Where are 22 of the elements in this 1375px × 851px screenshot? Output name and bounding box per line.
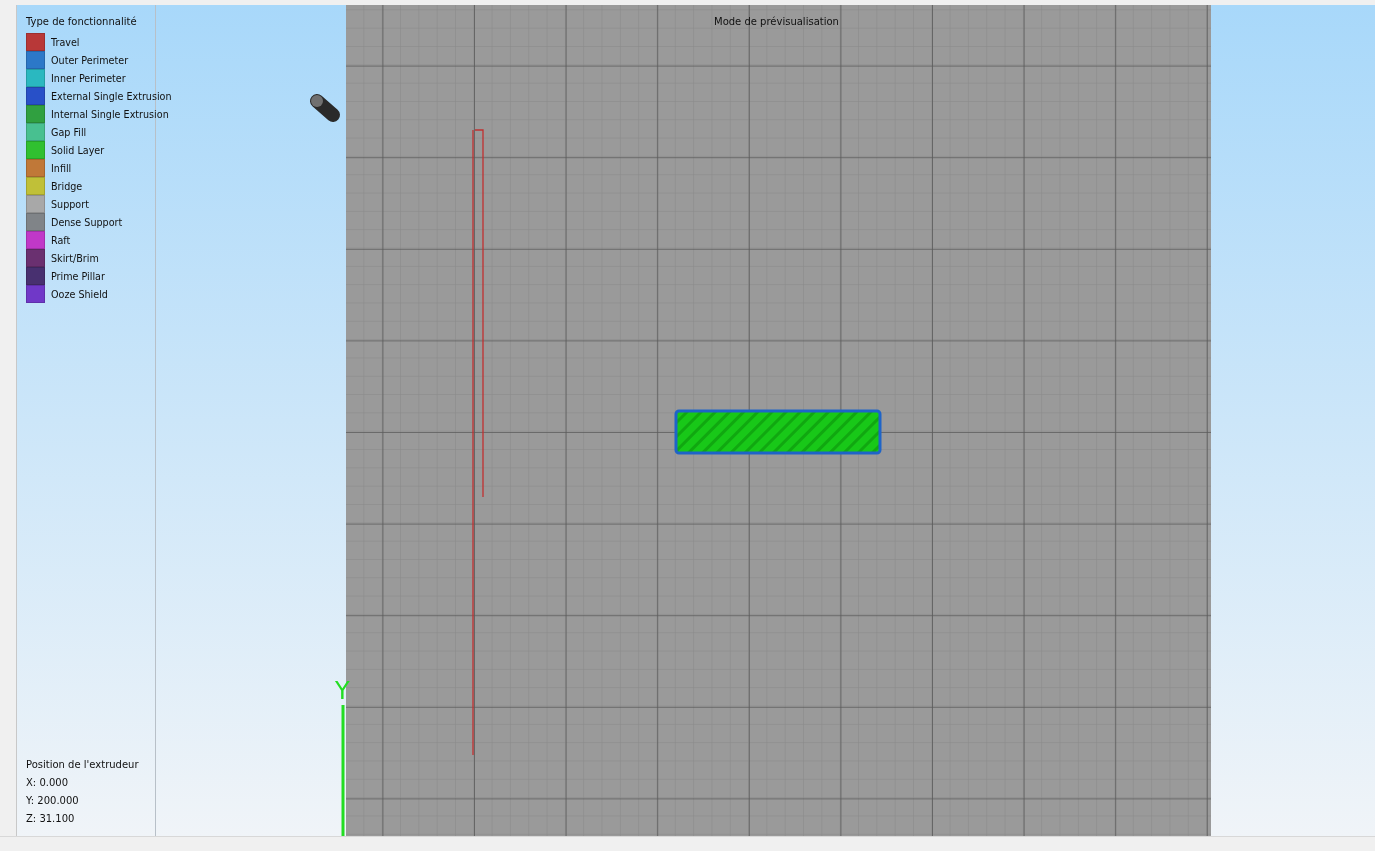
view-mode-title: Mode de prévisualisation (714, 15, 839, 29)
legend-label: Gap Fill (51, 126, 87, 138)
legend-label: Inner Perimeter (51, 72, 126, 84)
legend-label: Support (51, 198, 89, 210)
legend-label: Internal Single Extrusion (51, 108, 169, 120)
legend-label: External Single Extrusion (51, 90, 172, 102)
legend-label: Bridge (51, 180, 83, 192)
legend-label: Solid Layer (51, 144, 105, 156)
coordinate-text: Z: 31.100 (26, 812, 76, 826)
extruder-position-title: Position de l'extrudeur (26, 758, 140, 772)
legend-label: Dense Support (51, 216, 123, 228)
legend-label: Outer Perimeter (51, 54, 129, 66)
coordinate-text: X: 0.000 (26, 776, 70, 790)
legend-label: Skirt/Brim (51, 252, 99, 264)
legend-label: Prime Pillar (51, 270, 105, 282)
axis-label: Y (335, 677, 350, 705)
legend-label: Raft (51, 234, 71, 246)
coordinate-text: Y: 200.000 (26, 794, 80, 808)
legend-label: Ooze Shield (51, 288, 108, 300)
legend-title: Type de fonctionnalité (26, 15, 138, 29)
legend-label: Travel (51, 36, 80, 48)
legend-label: Infill (51, 162, 72, 174)
